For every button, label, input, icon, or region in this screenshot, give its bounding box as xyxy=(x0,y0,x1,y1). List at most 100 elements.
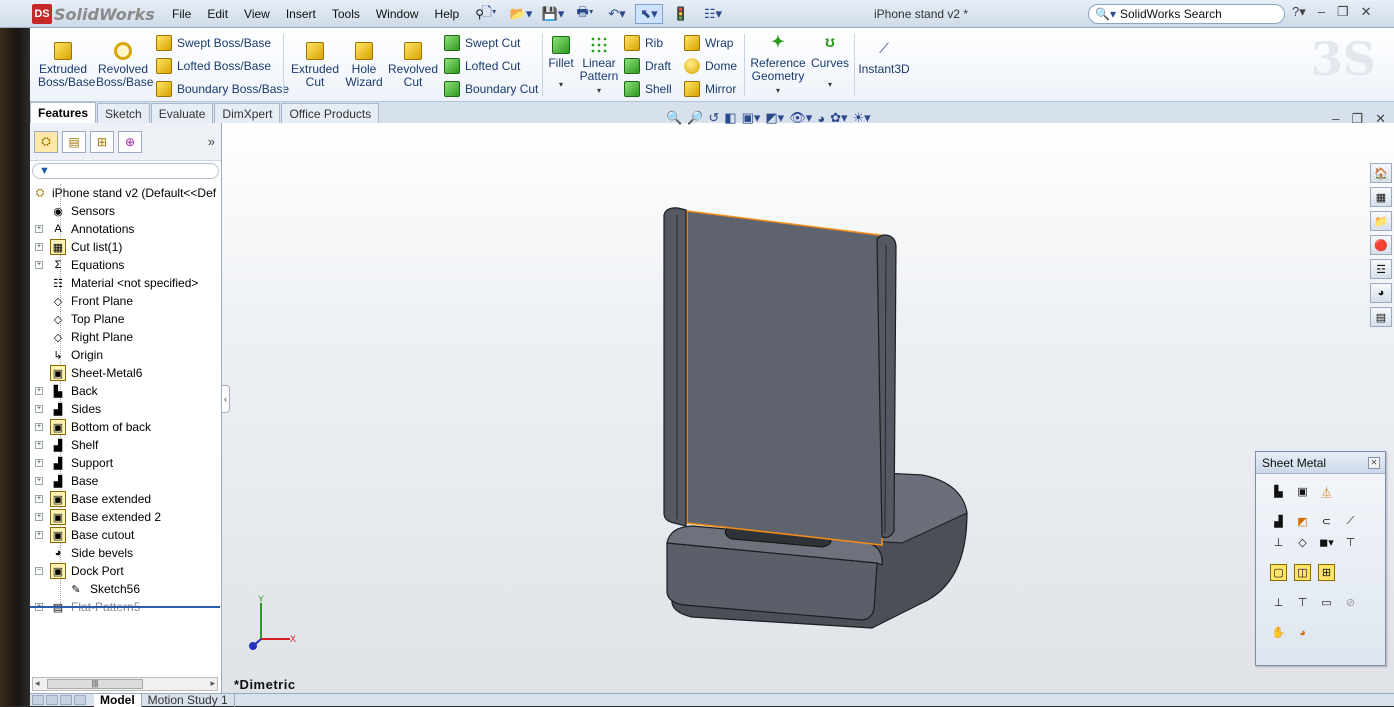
undo-button[interactable]: ↶▾ xyxy=(603,4,631,24)
first-tab-button[interactable] xyxy=(32,695,44,705)
instant3d-button[interactable]: ⟋ Instant3D xyxy=(858,41,910,76)
tree-item[interactable]: ↳ Origin xyxy=(30,346,221,364)
extruded-cut-button[interactable]: Extruded Cut xyxy=(290,42,340,89)
minimize-button[interactable]: – xyxy=(1318,4,1325,20)
tree-item[interactable]: + Σ Equations xyxy=(30,256,221,274)
expand-icon[interactable]: + xyxy=(35,243,43,251)
tree-item[interactable]: ◕ Side bevels xyxy=(30,544,221,562)
expand-icon[interactable]: + xyxy=(35,225,43,233)
tree-item[interactable]: ☷ Material <not specified> xyxy=(30,274,221,292)
prev-tab-button[interactable] xyxy=(46,695,58,705)
search-results-icon[interactable]: 🔴 xyxy=(1370,235,1392,255)
unfold-icon[interactable]: ⊥ xyxy=(1270,594,1287,611)
model-view[interactable] xyxy=(222,123,1394,693)
fillet-dropdown-icon[interactable]: ▾ xyxy=(548,78,574,91)
expand-panel-icon[interactable]: » xyxy=(208,134,215,149)
scroll-thumb[interactable]: ||| xyxy=(47,679,143,689)
expand-icon[interactable]: + xyxy=(35,495,43,503)
hem-icon[interactable]: ⊂ xyxy=(1318,513,1335,530)
shell-button[interactable]: Shell xyxy=(624,80,672,98)
dimxpert-tab-icon[interactable]: ⊕ xyxy=(118,130,142,153)
menu-view[interactable]: View xyxy=(236,7,278,21)
rollback-bar[interactable] xyxy=(30,606,220,608)
fillet-button[interactable]: Fillet ▾ xyxy=(548,36,574,91)
tree-item[interactable]: + ▣ Base extended 2 xyxy=(30,508,221,526)
panel-horizontal-scrollbar[interactable]: ◂ ||| ▸ xyxy=(32,677,218,691)
expand-icon[interactable]: + xyxy=(35,513,43,521)
extruded-boss-button[interactable]: Extruded Boss/Base xyxy=(38,42,95,89)
custom-properties-icon[interactable]: ▤ xyxy=(1370,307,1392,327)
graphics-area[interactable]: 🔍 🔎 ↺ ◧ ▣▾ ◩▾ 👁▾ ◕ ✿▾ ☀▾ – ❐ ✕ ‹ Y X *Di… xyxy=(222,110,1394,693)
tree-item[interactable]: ◇ Front Plane xyxy=(30,292,221,310)
tab-office-products[interactable]: Office Products xyxy=(281,103,380,123)
expand-icon[interactable]: + xyxy=(35,441,43,449)
miter-flange-icon[interactable]: ◩ xyxy=(1294,513,1311,530)
no-bends-icon[interactable]: ▭ xyxy=(1318,594,1335,611)
jog-icon[interactable]: ⟋ xyxy=(1342,513,1359,530)
tree-item[interactable]: ✎ Sketch56 xyxy=(30,580,221,598)
tree-item[interactable]: − ▣ Dock Port xyxy=(30,562,221,580)
lofted-cut-button[interactable]: Lofted Cut xyxy=(444,57,520,75)
tree-item[interactable]: + ▣ Base cutout xyxy=(30,526,221,544)
tree-root[interactable]: ⛭ iPhone stand v2 (Default<<Def xyxy=(30,184,221,202)
scroll-left-icon[interactable]: ◂ xyxy=(35,678,40,689)
welded-corner-icon[interactable]: ⊤ xyxy=(1342,534,1359,551)
collapse-icon[interactable]: − xyxy=(35,567,43,575)
view-palette-icon[interactable]: ☲ xyxy=(1370,259,1392,279)
design-library-icon[interactable]: ▦ xyxy=(1370,187,1392,207)
close-button[interactable]: ✕ xyxy=(1361,4,1372,20)
open-button[interactable]: 📂▾ xyxy=(507,4,535,24)
tree-item[interactable]: + ▣ Base extended xyxy=(30,490,221,508)
help-icon[interactable]: ?▾ xyxy=(1292,4,1306,20)
boundary-boss-button[interactable]: Boundary Boss/Base xyxy=(156,80,289,98)
tree-item[interactable]: ◉ Sensors xyxy=(30,202,221,220)
expand-icon[interactable]: + xyxy=(35,405,43,413)
tab-motion-study[interactable]: Motion Study 1 xyxy=(142,694,235,707)
tree-item[interactable]: + A Annotations xyxy=(30,220,221,238)
forming-tool-icon[interactable]: ▢ xyxy=(1270,564,1287,581)
file-explorer-icon[interactable]: 📁 xyxy=(1370,211,1392,231)
revolved-cut-button[interactable]: Revolved Cut xyxy=(388,42,438,89)
curves-button[interactable]: ʊ Curves ▾ xyxy=(810,35,850,91)
tab-evaluate[interactable]: Evaluate xyxy=(150,103,214,123)
expand-icon[interactable]: + xyxy=(35,387,43,395)
last-tab-button[interactable] xyxy=(74,695,86,705)
lofted-bend-icon[interactable]: ⏅ xyxy=(1318,483,1335,500)
mirror-button[interactable]: Mirror xyxy=(684,80,736,98)
draft-button[interactable]: Draft xyxy=(624,57,671,75)
tree-item[interactable]: ◇ Top Plane xyxy=(30,310,221,328)
tree-item[interactable]: + ▟ Shelf xyxy=(30,436,221,454)
tree-item[interactable]: + ▟ Sides xyxy=(30,400,221,418)
tab-dimxpert[interactable]: DimXpert xyxy=(214,103,281,123)
dome-button[interactable]: Dome xyxy=(684,57,737,75)
boundary-cut-button[interactable]: Boundary Cut xyxy=(444,80,538,98)
menu-edit[interactable]: Edit xyxy=(199,7,236,21)
tree-item[interactable]: ◇ Right Plane xyxy=(30,328,221,346)
fold-icon[interactable]: ⊤ xyxy=(1294,594,1311,611)
print-button[interactable]: 🖶▾ xyxy=(571,4,599,24)
edge-flange-icon[interactable]: ▟ xyxy=(1270,513,1287,530)
closed-corner-icon[interactable]: ◼▾ xyxy=(1318,534,1335,551)
linear-pattern-button[interactable]: Linear Pattern ▾ xyxy=(578,36,620,97)
curves-dropdown-icon[interactable]: ▾ xyxy=(810,78,850,91)
sketched-bend-icon[interactable]: ⊥ xyxy=(1270,534,1287,551)
pattern-dropdown-icon[interactable]: ▾ xyxy=(578,84,620,97)
expand-icon[interactable]: + xyxy=(35,477,43,485)
tree-item[interactable]: + ▟ Base xyxy=(30,472,221,490)
hole-wizard-button[interactable]: Hole Wizard xyxy=(342,42,386,89)
convert-to-sheet-metal-icon[interactable]: ▣ xyxy=(1294,483,1311,500)
search-box[interactable]: 🔍▾ SolidWorks Search xyxy=(1088,4,1285,24)
sheet-metal-close-button[interactable]: ✕ xyxy=(1368,457,1380,469)
wrap-button[interactable]: Wrap xyxy=(684,34,733,52)
configuration-manager-tab-icon[interactable]: ⊞ xyxy=(90,130,114,153)
cross-break-icon[interactable]: ◇ xyxy=(1294,534,1311,551)
menu-tools[interactable]: Tools xyxy=(324,7,368,21)
tab-model[interactable]: Model xyxy=(94,694,142,707)
menu-help[interactable]: Help xyxy=(427,7,468,21)
save-button[interactable]: 💾▾ xyxy=(539,4,567,24)
reference-geometry-button[interactable]: ✦ Reference Geometry ▾ xyxy=(750,35,806,97)
tree-item[interactable]: + ▙ Back xyxy=(30,382,221,400)
tree-item[interactable]: + ▣ Bottom of back xyxy=(30,418,221,436)
flatten-icon[interactable]: ◫ xyxy=(1294,564,1311,581)
feature-tree-tab-icon[interactable]: ⛭ xyxy=(34,130,58,153)
